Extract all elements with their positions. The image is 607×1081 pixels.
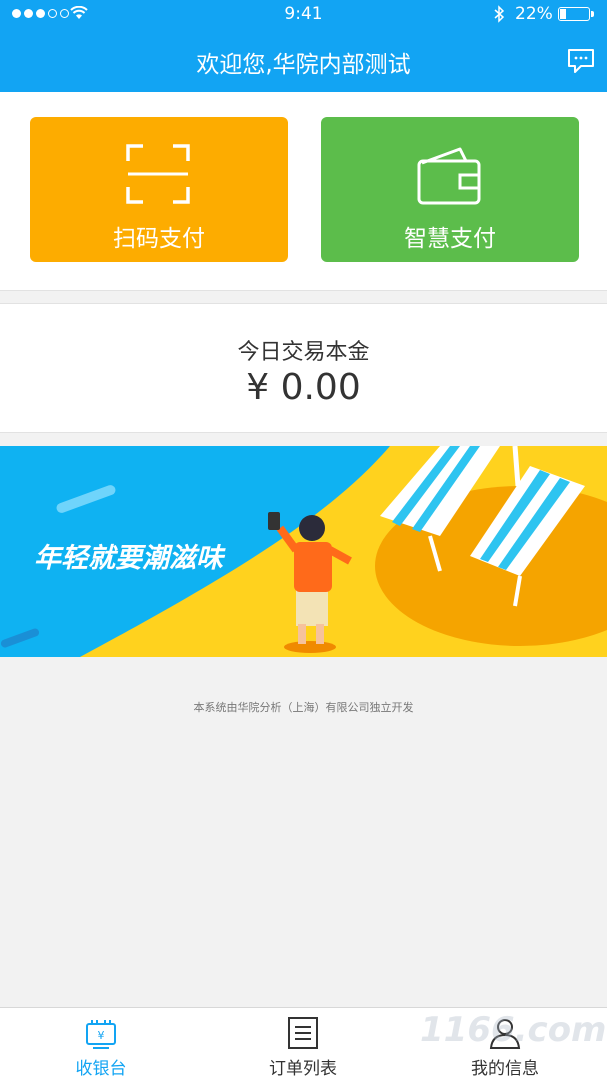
- tab-orders-label: 订单列表: [269, 1059, 337, 1079]
- smart-pay-label: 智慧支付: [404, 226, 496, 252]
- status-bar: 9:41 22%: [0, 0, 607, 28]
- smart-pay-button[interactable]: 智慧支付: [321, 117, 579, 262]
- today-label: 今日交易本金: [237, 340, 370, 365]
- developer-note: 本系统由华院分析（上海）有限公司独立开发: [193, 701, 414, 714]
- battery-percent: 22%: [515, 4, 553, 24]
- register-icon: ¥: [86, 1020, 116, 1049]
- page-title: 欢迎您,华院内部测试: [196, 52, 411, 78]
- tab-profile-label: 我的信息: [471, 1059, 539, 1079]
- tab-register[interactable]: ¥ 收银台: [0, 1008, 202, 1081]
- list-icon: [288, 1017, 318, 1049]
- scan-pay-label: 扫码支付: [113, 226, 205, 252]
- payment-section: 扫码支付 智慧支付: [0, 92, 607, 291]
- wallet-icon: [417, 147, 481, 205]
- tab-orders[interactable]: 订单列表: [202, 1008, 404, 1081]
- svg-text:¥: ¥: [98, 1029, 105, 1042]
- tab-register-label: 收银台: [75, 1059, 127, 1079]
- today-summary: 今日交易本金 ¥ 0.00: [0, 303, 607, 433]
- battery-icon: [558, 7, 594, 21]
- promo-banner[interactable]: 年轻就要潮滋味: [0, 446, 607, 657]
- bluetooth-icon: [494, 5, 505, 23]
- header: 欢迎您,华院内部测试: [0, 28, 607, 92]
- today-amount: ¥ 0.00: [246, 367, 361, 408]
- message-icon[interactable]: [566, 46, 596, 76]
- banner-slogan: 年轻就要潮滋味: [34, 543, 223, 574]
- scan-pay-button[interactable]: 扫码支付: [30, 117, 288, 262]
- watermark: 1166.com: [420, 1010, 607, 1050]
- scan-icon: [126, 144, 190, 204]
